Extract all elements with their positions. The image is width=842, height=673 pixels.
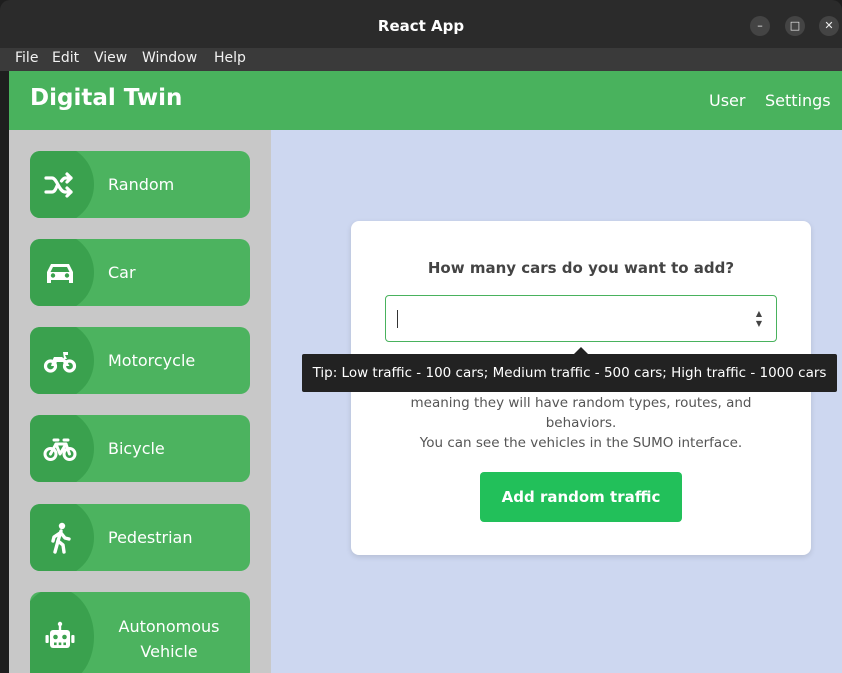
spinner-up-icon[interactable]: ▲ xyxy=(754,309,764,319)
menu-bar: File Edit View Window Help xyxy=(0,48,842,71)
sidebar-item-label: Autonomous Vehicle xyxy=(118,617,220,661)
sidebar-item-car[interactable]: Car xyxy=(30,239,250,306)
menu-view[interactable]: View xyxy=(94,50,127,66)
window-titlebar: React App – □ ✕ xyxy=(0,0,842,48)
car-icon xyxy=(47,264,73,283)
minimize-icon: – xyxy=(757,19,763,32)
nav-user[interactable]: User xyxy=(709,91,745,110)
close-button[interactable]: ✕ xyxy=(819,16,839,36)
sidebar-item-motorcycle[interactable]: Motorcycle xyxy=(30,327,250,394)
sidebar-item-random[interactable]: Random xyxy=(30,151,250,218)
sidebar-item-label: Car xyxy=(108,263,136,282)
description-line: You can see the vehicles in the SUMO int… xyxy=(419,435,743,451)
sidebar-item-label: Bicycle xyxy=(108,439,165,458)
menu-edit[interactable]: Edit xyxy=(52,50,79,66)
number-spinner[interactable]: ▲ ▼ xyxy=(754,309,764,329)
sidebar-item-label: Random xyxy=(108,175,175,194)
minimize-button[interactable]: – xyxy=(750,16,770,36)
robot-icon xyxy=(45,621,75,648)
sidebar: Random Car Motorcycle Bicycle Pedestrian… xyxy=(9,130,271,673)
add-random-traffic-button[interactable]: Add random traffic xyxy=(480,472,682,522)
walking-person-icon xyxy=(51,522,71,554)
card-question: How many cars do you want to add? xyxy=(427,259,735,277)
maximize-button[interactable]: □ xyxy=(785,16,805,36)
traffic-tip-tooltip: Tip: Low traffic - 100 cars; Medium traf… xyxy=(302,354,837,392)
description-line: behaviors. xyxy=(545,415,617,431)
motorcycle-icon xyxy=(43,352,77,373)
text-cursor xyxy=(397,310,398,328)
menu-file[interactable]: File xyxy=(15,50,38,66)
app-header: Digital Twin User Settings xyxy=(9,71,842,130)
sidebar-item-label: Motorcycle xyxy=(108,351,196,370)
brand-title: Digital Twin xyxy=(30,85,183,111)
sidebar-item-pedestrian[interactable]: Pedestrian xyxy=(30,504,250,571)
close-icon: ✕ xyxy=(824,19,834,32)
tooltip-arrow xyxy=(574,347,588,354)
description-line: meaning they will have random types, rou… xyxy=(410,395,752,411)
menu-window[interactable]: Window xyxy=(142,50,197,66)
menu-help[interactable]: Help xyxy=(214,50,246,66)
maximize-icon: □ xyxy=(789,19,801,32)
nav-settings[interactable]: Settings xyxy=(765,91,831,110)
main-content: How many cars do you want to add? ▲ ▼ me… xyxy=(271,130,842,673)
sidebar-item-autonomous-vehicle[interactable]: Autonomous Vehicle xyxy=(30,592,250,673)
bicycle-icon xyxy=(43,438,77,461)
car-count-input[interactable]: ▲ ▼ xyxy=(385,295,777,342)
sidebar-item-label: Pedestrian xyxy=(108,528,193,547)
spinner-down-icon[interactable]: ▼ xyxy=(754,319,764,329)
shuffle-icon xyxy=(44,172,73,198)
window-title: React App xyxy=(377,17,465,35)
sidebar-item-bicycle[interactable]: Bicycle xyxy=(30,415,250,482)
